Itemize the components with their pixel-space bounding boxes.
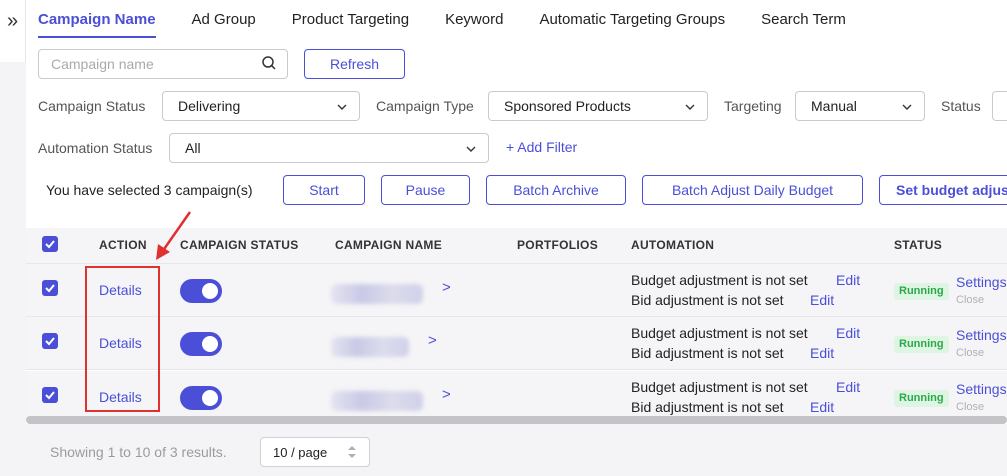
campaign-status-toggle[interactable] bbox=[180, 279, 222, 303]
budget-adjustment-text: Budget adjustment is not set bbox=[631, 272, 808, 288]
page-size-select[interactable]: 10 / page bbox=[260, 437, 370, 467]
campaign-status-label: Campaign Status bbox=[38, 98, 146, 114]
campaign-status-value: Delivering bbox=[178, 98, 241, 114]
settings-link[interactable]: Settings bbox=[956, 327, 1007, 343]
column-header-campaign-name[interactable]: CAMPAIGN NAME bbox=[335, 238, 442, 252]
table-row: Details > Budget adjustment is not set E… bbox=[26, 317, 1007, 370]
automation-status-select[interactable]: All bbox=[169, 133, 489, 163]
chevron-down-icon bbox=[902, 104, 912, 110]
main-panel: Campaign Name Ad Group Product Targeting… bbox=[26, 0, 1007, 476]
toggle-knob bbox=[202, 390, 218, 406]
page-size-value: 10 / page bbox=[273, 445, 328, 460]
chevron-down-icon bbox=[337, 104, 347, 110]
edit-budget-link[interactable]: Edit bbox=[836, 325, 860, 341]
double-chevron-right-icon: » bbox=[6, 10, 19, 32]
chevron-down-icon bbox=[466, 146, 476, 152]
row-checkbox[interactable] bbox=[42, 387, 58, 403]
close-link[interactable]: Close bbox=[956, 294, 984, 306]
table-row: Details > Budget adjustment is not set E… bbox=[26, 371, 1007, 418]
budget-adjustment-text: Budget adjustment is not set bbox=[631, 379, 808, 395]
tab-product-targeting[interactable]: Product Targeting bbox=[292, 0, 409, 38]
status-badge: Running bbox=[894, 336, 949, 353]
campaign-status-toggle[interactable] bbox=[180, 332, 222, 356]
search-icon[interactable] bbox=[261, 55, 277, 71]
bid-adjustment-text: Bid adjustment is not set bbox=[631, 292, 784, 308]
toggle-knob bbox=[202, 283, 218, 299]
annotation-highlight-box bbox=[85, 266, 160, 412]
select-all-checkbox[interactable] bbox=[42, 236, 58, 252]
edit-budget-link[interactable]: Edit bbox=[836, 272, 860, 288]
campaign-name-redacted[interactable] bbox=[331, 337, 409, 357]
campaign-status-toggle[interactable] bbox=[180, 386, 222, 410]
set-budget-adjustment-button[interactable]: Set budget adjus bbox=[879, 175, 1007, 205]
edit-bid-link[interactable]: Edit bbox=[810, 292, 834, 308]
automation-status-value: All bbox=[185, 140, 201, 156]
chevron-down-icon bbox=[685, 104, 695, 110]
targeting-select[interactable]: Manual bbox=[795, 91, 925, 121]
tab-search-term[interactable]: Search Term bbox=[761, 0, 846, 38]
checkmark-icon bbox=[45, 391, 55, 400]
edit-bid-link[interactable]: Edit bbox=[810, 345, 834, 361]
bid-adjustment-text: Bid adjustment is not set bbox=[631, 399, 784, 415]
tab-ad-group[interactable]: Ad Group bbox=[192, 0, 256, 38]
status-label: Status bbox=[941, 98, 981, 114]
annotation-arrow-icon bbox=[156, 211, 192, 260]
add-filter-button[interactable]: + Add Filter bbox=[506, 139, 577, 155]
column-header-automation: AUTOMATION bbox=[631, 238, 715, 252]
close-link[interactable]: Close bbox=[956, 347, 984, 359]
chevron-right-icon[interactable]: > bbox=[442, 279, 451, 296]
campaign-type-label: Campaign Type bbox=[376, 98, 474, 114]
status-select[interactable] bbox=[992, 91, 1007, 121]
campaign-status-select[interactable]: Delivering bbox=[162, 91, 360, 121]
sidebar-expand-toggle[interactable]: » bbox=[0, 0, 26, 62]
row-checkbox[interactable] bbox=[42, 333, 58, 349]
checkmark-icon bbox=[45, 284, 55, 293]
status-badge: Running bbox=[894, 390, 949, 407]
start-button[interactable]: Start bbox=[283, 175, 365, 205]
targeting-value: Manual bbox=[811, 98, 857, 114]
campaign-name-redacted[interactable] bbox=[331, 391, 423, 411]
tab-campaign-name[interactable]: Campaign Name bbox=[38, 0, 156, 38]
close-link[interactable]: Close bbox=[956, 401, 984, 413]
table-row: Details > Budget adjustment is not set E… bbox=[26, 264, 1007, 317]
targeting-label: Targeting bbox=[724, 98, 782, 114]
campaign-type-value: Sponsored Products bbox=[504, 98, 631, 114]
pause-button[interactable]: Pause bbox=[381, 175, 470, 205]
chevron-right-icon[interactable]: > bbox=[428, 332, 437, 349]
toggle-knob bbox=[202, 336, 218, 352]
refresh-button[interactable]: Refresh bbox=[304, 49, 405, 79]
campaign-type-select[interactable]: Sponsored Products bbox=[488, 91, 708, 121]
horizontal-scrollbar[interactable] bbox=[26, 416, 1007, 424]
settings-link[interactable]: Settings bbox=[956, 381, 1007, 397]
settings-link[interactable]: Settings bbox=[956, 274, 1007, 290]
batch-adjust-daily-budget-button[interactable]: Batch Adjust Daily Budget bbox=[642, 175, 863, 205]
bid-adjustment-text: Bid adjustment is not set bbox=[631, 345, 784, 361]
checkmark-icon bbox=[45, 240, 55, 249]
tab-bar: Campaign Name Ad Group Product Targeting… bbox=[38, 0, 882, 38]
edit-budget-link[interactable]: Edit bbox=[836, 379, 860, 395]
column-header-action: ACTION bbox=[99, 238, 147, 252]
search-placeholder: Campaign name bbox=[51, 56, 154, 72]
table-footer: Showing 1 to 10 of 3 results. 10 / page bbox=[26, 424, 1007, 476]
status-badge: Running bbox=[894, 283, 949, 300]
campaign-name-redacted[interactable] bbox=[331, 284, 423, 304]
automation-status-label: Automation Status bbox=[38, 140, 153, 156]
column-header-status[interactable]: STATUS bbox=[894, 238, 942, 252]
results-summary: Showing 1 to 10 of 3 results. bbox=[50, 444, 227, 460]
edit-bid-link[interactable]: Edit bbox=[810, 399, 834, 415]
selection-count-text: You have selected 3 campaign(s) bbox=[46, 182, 253, 198]
chevron-right-icon[interactable]: > bbox=[442, 386, 451, 403]
tab-keyword[interactable]: Keyword bbox=[445, 0, 503, 38]
search-input[interactable]: Campaign name bbox=[38, 49, 288, 79]
column-header-portfolios[interactable]: PORTFOLIOS bbox=[517, 238, 598, 252]
batch-archive-button[interactable]: Batch Archive bbox=[486, 175, 626, 205]
budget-adjustment-text: Budget adjustment is not set bbox=[631, 325, 808, 341]
tab-automatic-targeting-groups[interactable]: Automatic Targeting Groups bbox=[539, 0, 725, 38]
row-checkbox[interactable] bbox=[42, 280, 58, 296]
checkmark-icon bbox=[45, 337, 55, 346]
up-down-arrows-icon bbox=[348, 446, 356, 458]
